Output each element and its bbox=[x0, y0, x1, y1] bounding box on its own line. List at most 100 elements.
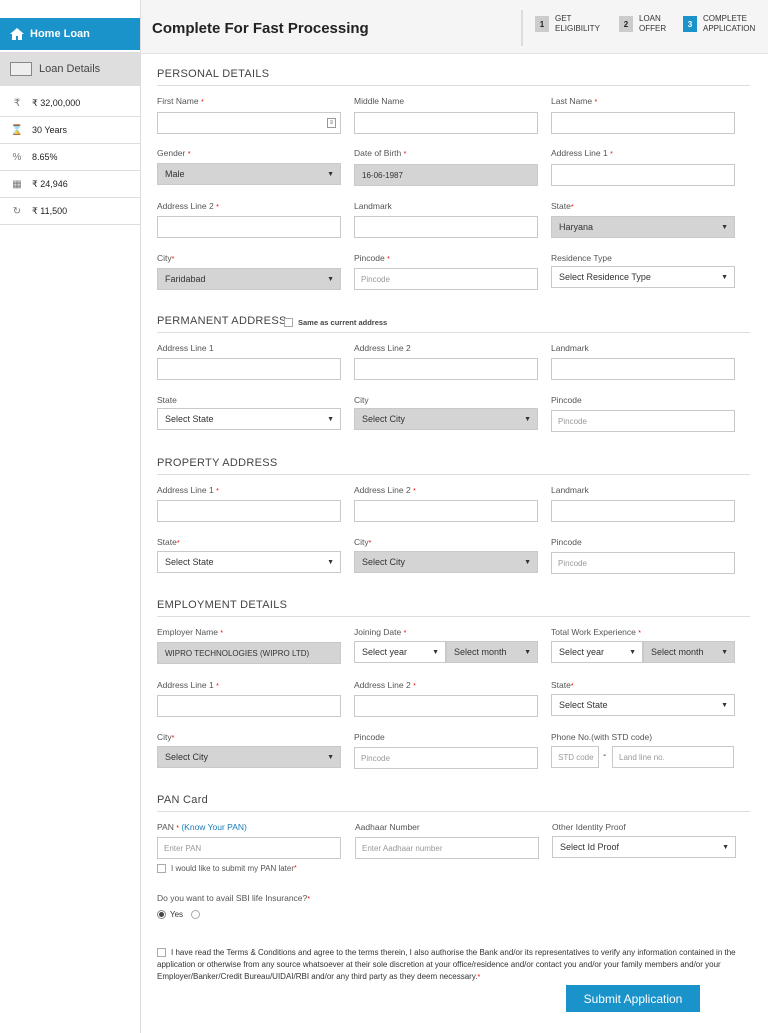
landmark-input[interactable] bbox=[354, 216, 538, 238]
prop-address1-input[interactable] bbox=[157, 500, 341, 522]
step-complete-application: 3 COMPLETE APPLICATION bbox=[683, 14, 763, 34]
residence-type-select[interactable]: Select Residence Type ▼ bbox=[551, 266, 735, 288]
step-number: 1 bbox=[535, 16, 549, 32]
perm-state-select[interactable]: Select State ▼ bbox=[157, 408, 341, 430]
joining-month-value: Select month bbox=[454, 647, 507, 657]
chevron-down-icon: ▼ bbox=[722, 844, 729, 851]
other-id-value: Select Id Proof bbox=[560, 842, 620, 852]
landline-input[interactable]: Land line no. bbox=[612, 746, 734, 768]
perm-pincode-input[interactable]: Pincode bbox=[551, 410, 735, 432]
home-loan-tab[interactable]: Home Loan bbox=[0, 18, 140, 50]
prop-pincode-input[interactable]: Pincode bbox=[551, 552, 735, 574]
employer-name-label: Employer Name * bbox=[157, 627, 224, 637]
first-name-input[interactable]: ≡ bbox=[157, 112, 341, 134]
gender-select[interactable]: Male ▼ bbox=[157, 163, 341, 185]
joining-year-value: Select year bbox=[362, 647, 408, 657]
city-select[interactable]: Faridabad ▼ bbox=[157, 268, 341, 290]
last-name-label: Last Name * bbox=[551, 96, 598, 106]
emp-pincode-input[interactable]: Pincode bbox=[354, 747, 538, 769]
chevron-down-icon: ▼ bbox=[629, 649, 636, 656]
prop-city-label: City* bbox=[354, 537, 372, 547]
chevron-down-icon: ▼ bbox=[721, 224, 728, 231]
city-value: Faridabad bbox=[165, 274, 206, 284]
state-value: Haryana bbox=[559, 222, 594, 232]
prop-address2-input[interactable] bbox=[354, 500, 538, 522]
loan-details-tab[interactable]: Loan Details bbox=[0, 52, 140, 86]
chevron-down-icon: ▼ bbox=[327, 276, 334, 283]
aadhaar-input[interactable]: Enter Aadhaar number bbox=[355, 837, 539, 859]
residence-type-label: Residence Type bbox=[551, 253, 612, 263]
other-id-label: Other Identity Proof bbox=[552, 822, 626, 832]
refresh-cycle-icon: ↻ bbox=[12, 205, 22, 217]
perm-address1-input[interactable] bbox=[157, 358, 341, 380]
chevron-down-icon: ▼ bbox=[524, 416, 531, 423]
other-id-select[interactable]: Select Id Proof ▼ bbox=[552, 836, 736, 858]
perm-landmark-input[interactable] bbox=[551, 358, 735, 380]
calculator-icon: ▦ bbox=[12, 178, 22, 190]
pincode-input[interactable]: Pincode bbox=[354, 268, 538, 290]
emp-state-select[interactable]: Select State ▼ bbox=[551, 694, 735, 716]
dob-label: Date of Birth * bbox=[354, 148, 407, 158]
joining-year-select[interactable]: Select year ▼ bbox=[354, 641, 446, 663]
chevron-down-icon: ▼ bbox=[524, 649, 531, 656]
experience-year-select[interactable]: Select year ▼ bbox=[551, 641, 643, 663]
experience-month-select[interactable]: Select month ▼ bbox=[643, 641, 735, 663]
joining-month-select[interactable]: Select month ▼ bbox=[446, 641, 538, 663]
step-number: 2 bbox=[619, 16, 633, 32]
pan-input[interactable]: Enter PAN bbox=[157, 837, 341, 859]
prop-landmark-input[interactable] bbox=[551, 500, 735, 522]
middle-name-input[interactable] bbox=[354, 112, 538, 134]
employer-name-input[interactable]: WIPRO TECHNOLOGIES (WIPRO LTD) bbox=[157, 642, 341, 664]
header-divider bbox=[521, 10, 523, 46]
phone-label: Phone No.(with STD code) bbox=[551, 732, 653, 742]
experience-year-value: Select year bbox=[559, 647, 605, 657]
emp-city-select[interactable]: Select City ▼ bbox=[157, 746, 341, 768]
terms-checkbox[interactable] bbox=[157, 948, 166, 958]
prop-city-select[interactable]: Select City ▼ bbox=[354, 551, 538, 573]
form-header: Complete For Fast Processing 1 GET ELIGIB… bbox=[141, 0, 768, 54]
emp-address1-input[interactable] bbox=[157, 695, 341, 717]
state-select[interactable]: Haryana ▼ bbox=[551, 216, 735, 238]
address2-input[interactable] bbox=[157, 216, 341, 238]
perm-address2-input[interactable] bbox=[354, 358, 538, 380]
chevron-down-icon: ▼ bbox=[524, 559, 531, 566]
city-label: City* bbox=[157, 253, 175, 263]
last-name-input[interactable] bbox=[551, 112, 735, 134]
loan-amount-row: ₹ ₹ 32,00,000 bbox=[0, 90, 140, 117]
yes-radio[interactable] bbox=[157, 910, 166, 919]
dob-input[interactable]: 16-06-1987 bbox=[354, 164, 538, 186]
perm-city-label: City bbox=[354, 395, 369, 405]
perm-landmark-label: Landmark bbox=[551, 343, 589, 353]
no-radio[interactable] bbox=[191, 910, 201, 919]
address2-label: Address Line 2 * bbox=[157, 201, 219, 211]
emp-city-value: Select City bbox=[165, 752, 209, 762]
emp-address2-input[interactable] bbox=[354, 695, 538, 717]
checkbox[interactable] bbox=[157, 864, 166, 873]
section-heading: PERSONAL DETAILS bbox=[157, 68, 750, 86]
aadhaar-label: Aadhaar Number bbox=[355, 822, 420, 832]
know-your-pan-link[interactable]: (Know Your PAN) bbox=[181, 822, 247, 832]
terms-text: I have read the Terms & Conditions and a… bbox=[157, 948, 736, 981]
address1-input[interactable] bbox=[551, 164, 735, 186]
rupee-circle-icon: ₹ bbox=[13, 97, 21, 109]
checkbox[interactable] bbox=[284, 318, 293, 327]
list-icon bbox=[10, 62, 32, 76]
address1-label: Address Line 1 * bbox=[551, 148, 613, 158]
submit-pan-later-checkbox[interactable]: I would like to submit my PAN later * bbox=[157, 864, 297, 873]
step-number: 3 bbox=[683, 16, 697, 32]
chevron-down-icon: ▼ bbox=[327, 416, 334, 423]
loan-amount-value: ₹ 32,00,000 bbox=[32, 97, 81, 108]
chevron-down-icon: ▼ bbox=[327, 171, 334, 178]
submit-application-button[interactable]: Submit Application bbox=[566, 985, 700, 1012]
same-as-current-checkbox[interactable]: Same as current address bbox=[284, 318, 387, 327]
perm-city-select[interactable]: Select City ▼ bbox=[354, 408, 538, 430]
prop-state-select[interactable]: Select State ▼ bbox=[157, 551, 341, 573]
interest-row: % 8.65% bbox=[0, 144, 140, 171]
loan-details-label: Loan Details bbox=[39, 63, 101, 75]
processing-fee-row: ↻ ₹ 11,500 bbox=[0, 198, 140, 225]
pincode-label: Pincode * bbox=[354, 253, 390, 263]
gender-label: Gender * bbox=[157, 148, 191, 158]
std-code-input[interactable]: STD code bbox=[551, 746, 599, 768]
terms-body: I have read the Terms & Conditions and a… bbox=[157, 948, 736, 981]
prop-landmark-label: Landmark bbox=[551, 485, 589, 495]
